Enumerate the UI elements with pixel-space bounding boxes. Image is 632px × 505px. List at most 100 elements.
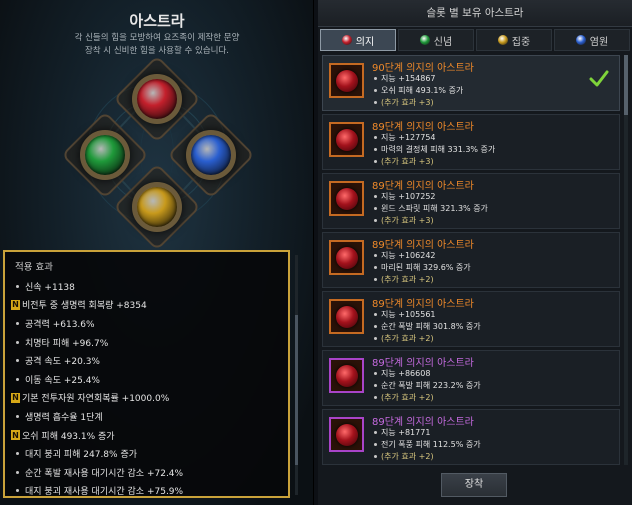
astra-stat: 윈드 스파릿 피해 321.3% 증가 xyxy=(374,203,488,214)
stat-text: (추가 효과 +3) xyxy=(381,216,434,225)
red-gem-icon xyxy=(335,364,358,387)
new-badge-icon: N xyxy=(11,299,20,310)
panel-description: 각 신들의 힘을 모방하여 요즈족이 제작한 문양 장착 시 신비한 힘을 사용… xyxy=(0,32,314,58)
extra-effect: (추가 효과 +2) xyxy=(374,392,434,403)
bullet-icon xyxy=(374,325,377,328)
red-gem-icon xyxy=(335,423,358,446)
scrollbar-thumb[interactable] xyxy=(624,55,628,115)
astra-stat: 마력의 결정체 피해 331.3% 증가 xyxy=(374,144,495,155)
effect-row: 이동 속도 +25.4% xyxy=(11,370,281,389)
astra-stat: 지능 +154867 xyxy=(374,73,436,84)
effect-text: 치명타 피해 +96.7% xyxy=(25,338,109,349)
new-badge-icon: N xyxy=(11,392,20,403)
effects-scrollbar[interactable] xyxy=(295,255,298,495)
astra-stat: 지능 +106242 xyxy=(374,250,436,261)
bullet-icon xyxy=(374,337,377,340)
astra-card[interactable]: 89단계 의지의 아스트라 지능 +127754 마력의 결정체 피해 331.3%… xyxy=(322,114,620,170)
effect-row: 공격 속도 +20.3% xyxy=(11,351,281,370)
scrollbar-thumb[interactable] xyxy=(295,315,298,465)
effect-text: 신속 +1138 xyxy=(25,282,75,293)
astra-name: 90단계 의지의 아스트라 xyxy=(372,63,474,74)
tab-2[interactable]: 신념 xyxy=(398,29,474,51)
bullet-icon xyxy=(374,148,377,151)
astra-name: 89단계 의지의 아스트라 xyxy=(372,240,474,251)
effect-row: 순간 폭발 재사용 대기시간 감소 +72.4% xyxy=(11,463,281,482)
effect-row: 치명타 피해 +96.7% xyxy=(11,333,281,352)
astra-thumbnail xyxy=(329,63,364,98)
stat-text: 지능 +81771 xyxy=(381,428,431,437)
stat-text: 순간 폭발 피해 301.8% 증가 xyxy=(381,322,481,331)
effect-row: N 오쉬 피해 493.1% 증가 xyxy=(11,426,281,445)
bullet-icon xyxy=(374,443,377,446)
bullet-icon xyxy=(374,384,377,387)
astra-card[interactable]: 90단계 의지의 아스트라 지능 +154867 오쉬 피해 493.1% 증가 (추… xyxy=(322,55,620,111)
stat-text: 오쉬 피해 493.1% 증가 xyxy=(381,86,464,95)
astra-stat: 지능 +86608 xyxy=(374,368,430,379)
effect-text: 대지 붕괴 재사용 대기시간 감소 +75.9% xyxy=(25,487,184,498)
bullet-icon xyxy=(16,340,19,344)
astra-card[interactable]: 89단계 의지의 아스트라 지능 +106242 마리된 피해 329.6% 증가 (… xyxy=(322,232,620,288)
astra-thumbnail xyxy=(329,240,364,275)
yellow-slot-gem[interactable] xyxy=(132,182,182,232)
gem-icon xyxy=(341,35,352,45)
bullet-icon xyxy=(374,136,377,139)
effects-list: 신속 +1138 N 비전투 중 생명력 회복량 +8354 공격력 +613.6% 치… xyxy=(11,277,281,498)
astra-stat: 오쉬 피해 493.1% 증가 xyxy=(374,85,463,96)
astra-card[interactable]: 89단계 의지의 아스트라 지능 +86608 순간 폭발 피해 223.2% 증가… xyxy=(322,350,620,406)
gem-icon xyxy=(497,35,508,45)
astra-thumbnail xyxy=(329,122,364,157)
astra-list: 90단계 의지의 아스트라 지능 +154867 오쉬 피해 493.1% 증가 (추… xyxy=(322,55,620,465)
effect-text: 오쉬 피해 493.1% 증가 xyxy=(22,431,115,442)
bullet-icon xyxy=(374,89,377,92)
astra-card[interactable]: 89단계 의지의 아스트라 지능 +105561 순간 폭발 피해 301.8% 증… xyxy=(322,291,620,347)
bullet-icon xyxy=(374,431,377,434)
bullet-icon xyxy=(16,321,19,325)
effect-row: 생명력 흡수율 1단계 xyxy=(11,407,281,426)
effect-row: 대지 붕괴 피해 247.8% 증가 xyxy=(11,444,281,463)
description-line: 각 신들의 힘을 모방하여 요즈족이 제작한 문양 xyxy=(74,33,240,43)
astra-name: 89단계 의지의 아스트라 xyxy=(372,417,474,428)
effect-text: 생명력 흡수율 1단계 xyxy=(25,412,103,423)
tab-3[interactable]: 집중 xyxy=(476,29,552,51)
bullet-icon xyxy=(16,414,19,418)
effect-row: N 기본 전투자원 자연회복률 +1000.0% xyxy=(11,389,281,408)
astra-stat: 마리된 피해 329.6% 증가 xyxy=(374,262,471,273)
extra-effect: (추가 효과 +3) xyxy=(374,215,434,226)
bullet-icon xyxy=(374,313,377,316)
astra-name: 89단계 의지의 아스트라 xyxy=(372,358,474,369)
stat-text: (추가 효과 +3) xyxy=(381,157,434,166)
astra-thumbnail xyxy=(329,358,364,393)
extra-effect: (추가 효과 +3) xyxy=(374,156,434,167)
bullet-icon xyxy=(374,278,377,281)
green-slot-gem[interactable] xyxy=(80,130,130,180)
tab-1[interactable]: 의지 xyxy=(320,29,396,51)
astra-stat: 전기 폭풍 피해 112.5% 증가 xyxy=(374,439,481,450)
astra-stat: 지능 +127754 xyxy=(374,132,436,143)
bullet-icon xyxy=(16,489,19,493)
stat-text: 전기 폭풍 피해 112.5% 증가 xyxy=(381,440,481,449)
extra-effect: (추가 효과 +2) xyxy=(374,451,434,462)
astra-emblem xyxy=(50,55,264,251)
astra-card[interactable]: 89단계 의지의 아스트라 지능 +107252 윈드 스파릿 피해 321.3% … xyxy=(322,173,620,229)
red-gem-icon xyxy=(335,128,358,151)
astra-list-scrollbar[interactable] xyxy=(624,55,628,465)
bullet-icon xyxy=(16,377,19,381)
bullet-icon xyxy=(16,470,19,474)
red-gem-icon xyxy=(335,69,358,92)
effect-row: 대지 붕괴 재사용 대기시간 감소 +75.9% xyxy=(11,482,281,498)
bullet-icon xyxy=(16,452,19,456)
equip-button[interactable]: 장착 xyxy=(441,473,507,497)
bullet-icon xyxy=(374,101,377,104)
effect-text: 대지 붕괴 피해 247.8% 증가 xyxy=(25,450,138,461)
blue-slot-gem[interactable] xyxy=(186,130,236,180)
panel-header: 슬롯 별 보유 아스트라 xyxy=(318,0,632,27)
astra-card[interactable]: 89단계 의지의 아스트라 지능 +81771 전기 폭풍 피해 112.5% 증가… xyxy=(322,409,620,465)
red-slot-gem[interactable] xyxy=(132,74,182,124)
description-line: 장착 시 신비한 힘을 사용할 수 있습니다. xyxy=(84,46,230,56)
astra-stat: 지능 +107252 xyxy=(374,191,436,202)
bullet-icon xyxy=(374,77,377,80)
bullet-icon xyxy=(374,160,377,163)
stat-text: 지능 +154867 xyxy=(381,74,436,83)
astra-stat: 지능 +81771 xyxy=(374,427,430,438)
tab-4[interactable]: 염원 xyxy=(554,29,630,51)
